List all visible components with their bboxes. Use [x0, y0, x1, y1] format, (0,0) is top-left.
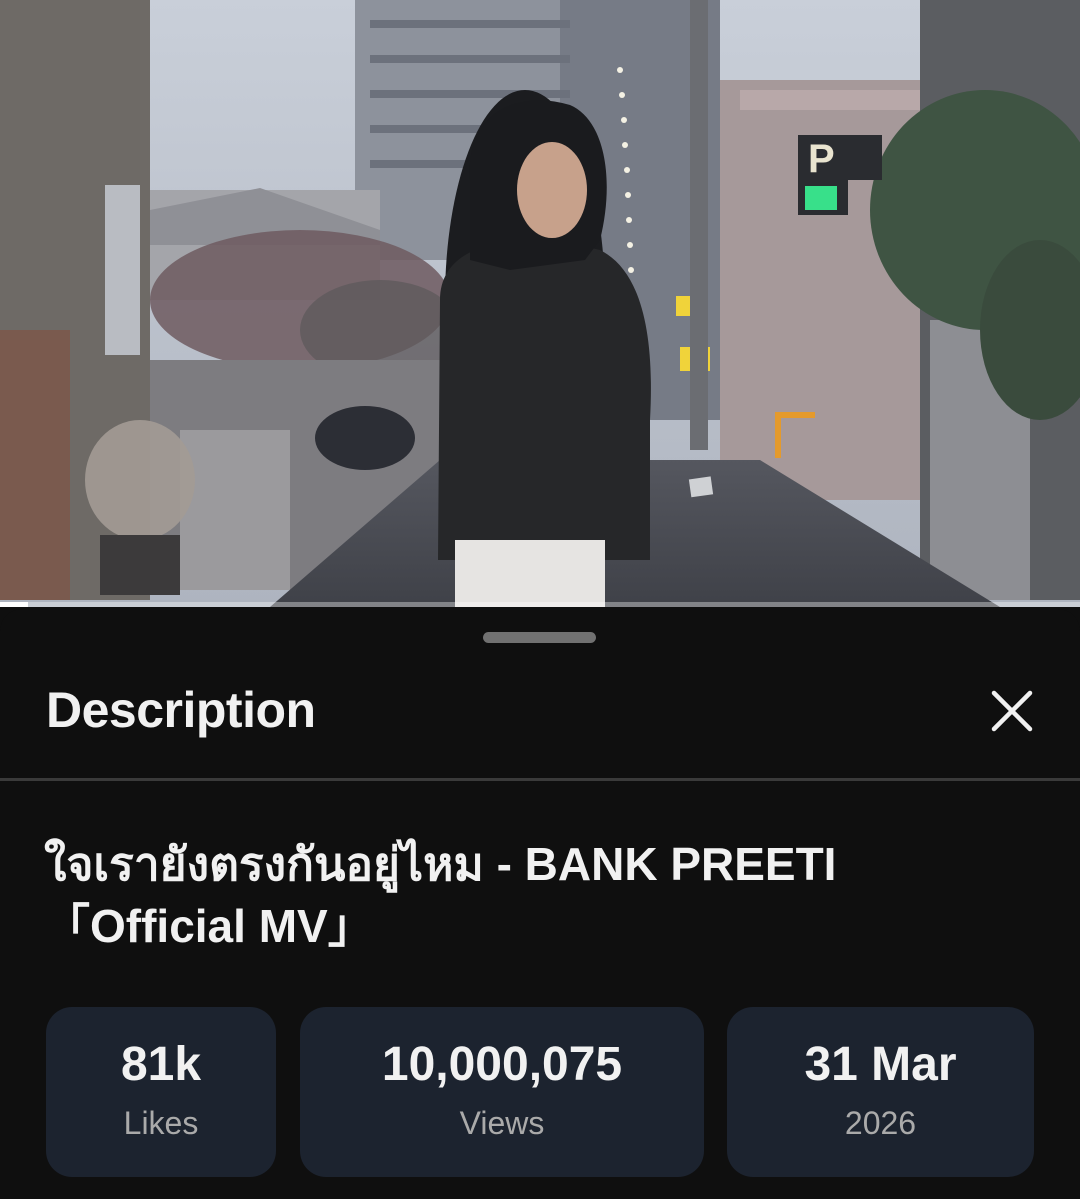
progress-bar[interactable]	[0, 602, 1080, 607]
divider	[0, 778, 1080, 781]
close-button[interactable]	[980, 679, 1044, 743]
video-title: ใจเรายังตรงกันอยู่ไหม - BANK PREETI 「Off…	[44, 838, 837, 952]
progress-fill	[0, 602, 29, 607]
sheet-title: Description	[46, 682, 316, 738]
video-player[interactable]: P	[0, 0, 1080, 607]
close-icon	[991, 690, 1033, 732]
likes-stat: 81k Likes	[46, 1007, 276, 1177]
video-frame: P	[0, 0, 1080, 607]
publish-date: 31 Mar	[804, 1038, 957, 1091]
likes-label: Likes	[123, 1105, 199, 1141]
views-label: Views	[459, 1105, 545, 1141]
description-sheet: Description ใจเรายังตรงกันอยู่ไหม - BANK…	[0, 609, 1080, 1199]
views-count: 10,000,075	[381, 1038, 623, 1091]
drag-handle[interactable]	[483, 632, 596, 643]
likes-count: 81k	[120, 1038, 202, 1091]
views-stat: 10,000,075 Views	[300, 1007, 704, 1177]
svg-text:P: P	[808, 137, 835, 181]
publish-year: 2026	[844, 1105, 917, 1141]
publish-date-stat: 31 Mar 2026	[727, 1007, 1034, 1177]
